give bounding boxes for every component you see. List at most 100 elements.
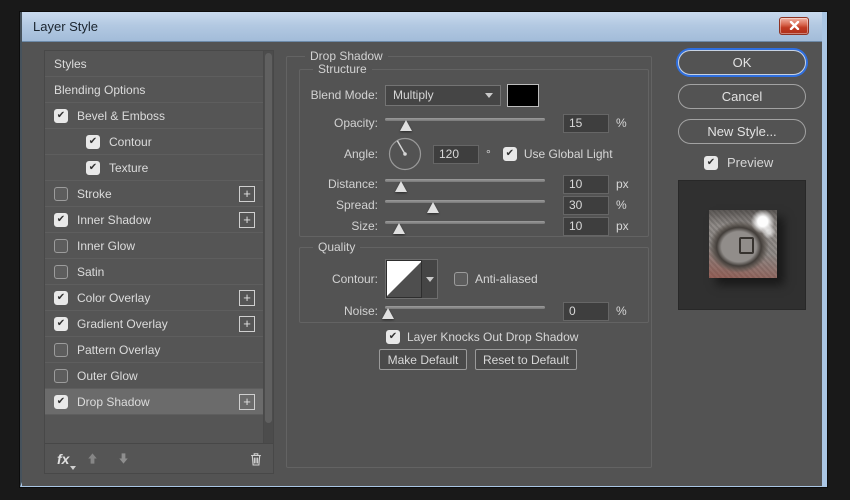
sidebar-item-pattern-overlay[interactable]: Pattern Overlay: [45, 337, 263, 363]
structure-title: Structure: [313, 62, 372, 76]
drop-shadow-panel: Drop Shadow Structure Blend Mode: Multip…: [286, 49, 652, 468]
sidebar-item-label: Contour: [109, 134, 152, 149]
sidebar-item-label: Satin: [77, 264, 105, 279]
add-effect-instance-button[interactable]: +: [239, 393, 255, 410]
opacity-input[interactable]: [563, 113, 609, 133]
distance-unit: px: [616, 177, 629, 191]
effect-checkbox[interactable]: [86, 134, 100, 149]
sidebar-item-stroke[interactable]: Stroke +: [45, 181, 263, 207]
move-effect-up-button[interactable]: [85, 451, 100, 466]
effect-checkbox[interactable]: [54, 108, 68, 123]
use-global-light-checkbox[interactable]: [502, 147, 517, 161]
sidebar-item-inner-shadow[interactable]: Inner Shadow +: [45, 207, 263, 233]
spread-input[interactable]: [563, 195, 609, 215]
fx-toolbar: fx: [45, 443, 273, 473]
make-default-button[interactable]: Make Default: [379, 349, 467, 370]
effect-checkbox[interactable]: [54, 264, 68, 279]
new-style-button[interactable]: New Style...: [678, 119, 806, 144]
chevron-down-icon: [425, 276, 434, 282]
use-global-light-toggle[interactable]: Use Global Light: [502, 147, 613, 161]
scrollbar-thumb[interactable]: [265, 53, 272, 423]
effect-checkbox[interactable]: [54, 238, 68, 253]
angle-unit: °: [486, 147, 491, 161]
distance-label: Distance:: [327, 177, 378, 191]
sidebar-item-outer-glow[interactable]: Outer Glow: [45, 363, 263, 389]
fx-caret-icon: [70, 465, 77, 470]
effect-checkbox[interactable]: [54, 368, 68, 383]
angle-input[interactable]: [433, 144, 479, 164]
sidebar-item-label: Texture: [109, 160, 149, 175]
move-effect-down-button[interactable]: [116, 451, 131, 466]
arrow-up-icon: [88, 453, 98, 464]
opacity-row: Opacity: %: [300, 112, 640, 134]
distance-slider[interactable]: [385, 176, 545, 192]
anti-aliased-checkbox[interactable]: [454, 272, 468, 286]
noise-input[interactable]: [563, 301, 609, 321]
sidebar-item-gradient-overlay[interactable]: Gradient Overlay +: [45, 311, 263, 337]
effect-checkbox[interactable]: [54, 342, 68, 357]
add-effect-instance-button[interactable]: +: [239, 211, 255, 228]
slider-thumb[interactable]: [427, 202, 439, 213]
blend-mode-select[interactable]: Multiply: [385, 84, 501, 106]
sidebar-item-drop-shadow[interactable]: Drop Shadow +: [45, 389, 263, 415]
effect-checkbox[interactable]: [54, 316, 68, 331]
slider-thumb[interactable]: [393, 223, 406, 234]
add-effect-instance-button[interactable]: +: [239, 289, 255, 306]
effect-checkbox[interactable]: [54, 290, 68, 305]
add-effect-instance-button[interactable]: +: [239, 185, 255, 202]
noise-slider[interactable]: [382, 303, 545, 319]
anti-aliased-label: Anti-aliased: [475, 272, 538, 286]
size-input[interactable]: [563, 216, 609, 236]
anti-aliased-toggle[interactable]: Anti-aliased: [454, 272, 538, 286]
contour-picker[interactable]: [385, 259, 438, 299]
dialog-body: Styles Blending Options Bevel & Emboss Cont…: [22, 42, 822, 486]
layer-style-dialog: Layer Style Styles Blending Options Bevel …: [19, 11, 828, 488]
slider-thumb[interactable]: [399, 120, 412, 131]
sidebar-item-bevel-emboss[interactable]: Bevel & Emboss: [45, 103, 263, 129]
noise-row: Noise: %: [300, 300, 640, 322]
sidebar-item-contour[interactable]: Contour: [45, 129, 263, 155]
angle-dial[interactable]: [385, 134, 425, 174]
quality-group: Quality Contour: Anti-aliased Noise: 0 %: [299, 240, 649, 323]
opacity-unit: %: [616, 116, 627, 130]
distance-input[interactable]: [563, 174, 609, 194]
sidebar-scrollbar[interactable]: [263, 51, 273, 444]
close-button[interactable]: [779, 17, 809, 35]
sidebar-item-styles[interactable]: Styles: [45, 51, 263, 77]
sidebar-item-satin[interactable]: Satin: [45, 259, 263, 285]
opacity-slider[interactable]: [385, 115, 545, 131]
sidebar-item-texture[interactable]: Texture: [45, 155, 263, 181]
shadow-color-swatch[interactable]: [507, 83, 539, 107]
effect-checkbox[interactable]: [54, 394, 68, 409]
chevron-down-icon: [485, 92, 493, 98]
preview-checkbox[interactable]: [704, 155, 718, 170]
sidebar-item-color-overlay[interactable]: Color Overlay +: [45, 285, 263, 311]
sidebar-item-label: Blending Options: [54, 82, 146, 97]
reset-to-default-button[interactable]: Reset to Default: [475, 349, 577, 370]
size-slider[interactable]: [385, 218, 545, 234]
style-list: Styles Blending Options Bevel & Emboss Cont…: [45, 51, 263, 444]
cancel-button[interactable]: Cancel: [678, 84, 806, 109]
sidebar-item-blending-options[interactable]: Blending Options: [45, 77, 263, 103]
slider-thumb[interactable]: [382, 308, 395, 319]
spread-slider[interactable]: [385, 197, 545, 213]
sidebar-item-inner-glow[interactable]: Inner Glow: [45, 233, 263, 259]
effect-checkbox[interactable]: [54, 186, 68, 201]
size-label: Size:: [351, 219, 378, 233]
slider-thumb[interactable]: [395, 181, 407, 192]
angle-label: Angle:: [343, 147, 378, 161]
preview-toggle[interactable]: Preview: [704, 155, 773, 170]
titlebar[interactable]: Layer Style: [22, 12, 822, 42]
effect-checkbox[interactable]: [86, 160, 100, 175]
add-effect-instance-button[interactable]: +: [239, 315, 255, 332]
contour-thumbnail[interactable]: [386, 260, 422, 298]
contour-row: Contour: Anti-aliased: [300, 258, 640, 300]
effect-checkbox[interactable]: [54, 212, 68, 227]
spread-row: Spread: %: [300, 194, 640, 216]
noise-unit: %: [616, 304, 627, 318]
delete-effect-button[interactable]: [248, 451, 264, 467]
ok-button[interactable]: OK: [678, 50, 806, 75]
knockout-checkbox[interactable]: [386, 330, 400, 344]
fx-menu-icon[interactable]: fx: [57, 451, 77, 470]
knockout-toggle[interactable]: Layer Knocks Out Drop Shadow: [386, 330, 578, 344]
